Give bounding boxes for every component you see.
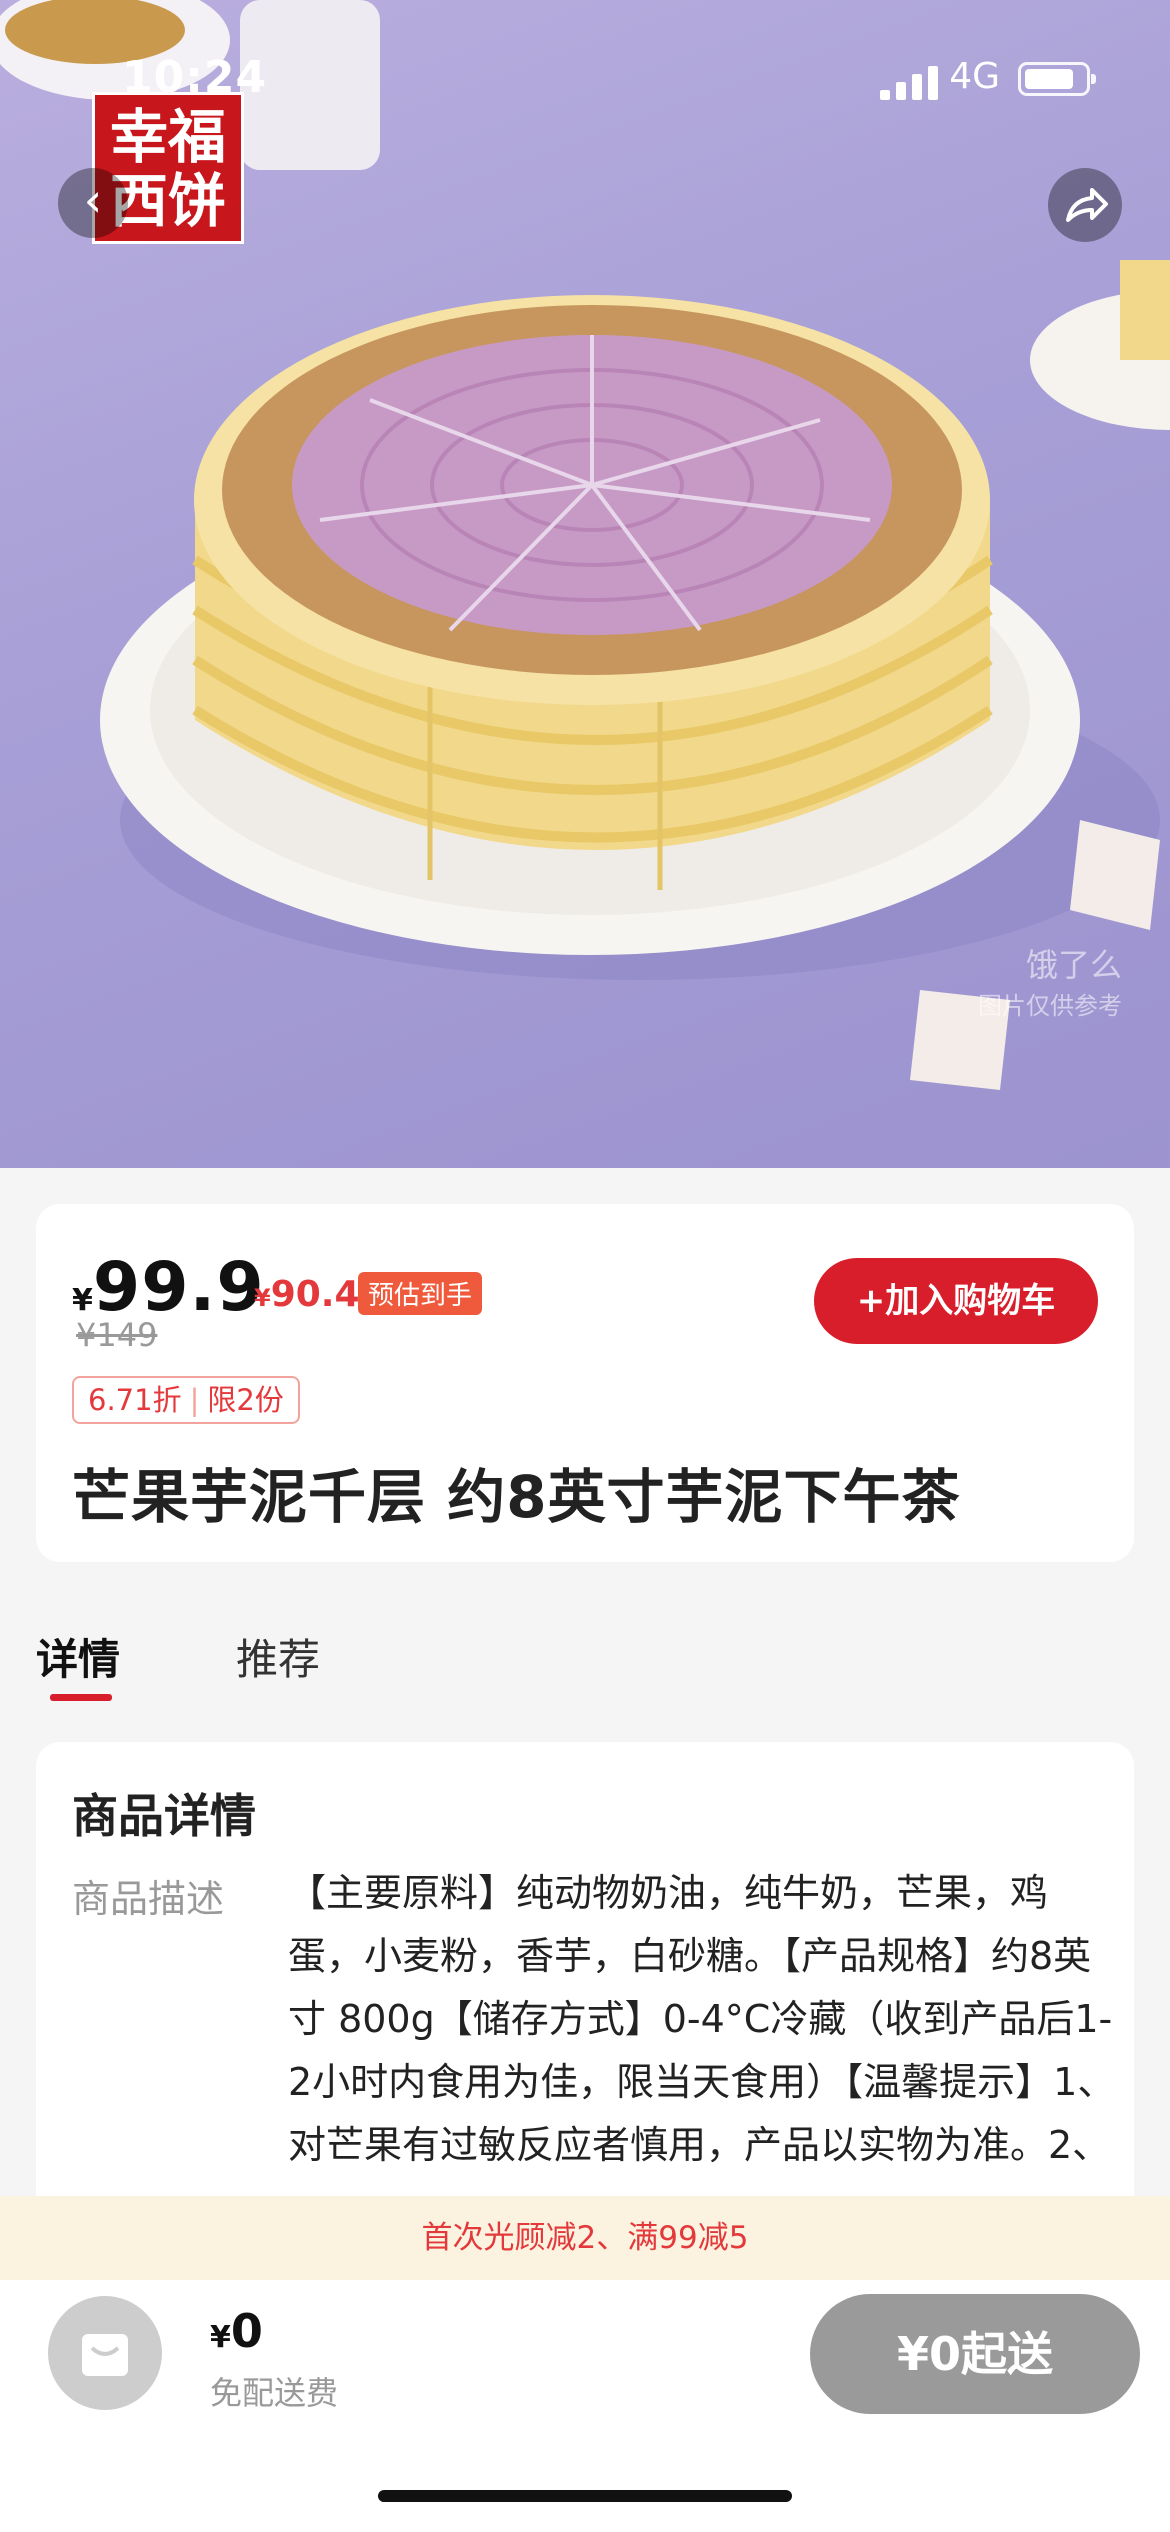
tab-details[interactable]: 详情 (36, 1626, 120, 1687)
battery-icon (1018, 62, 1096, 96)
discount-label: 6.71折 (88, 1383, 182, 1417)
product-title: 芒果芋泥千层 约8英寸芋泥下午茶 (72, 1463, 961, 1531)
shopping-bag-icon (82, 2334, 128, 2376)
description-text: 【主要原料】纯动物奶油，纯牛奶，芒果，鸡蛋，小麦粉，香芋，白砂糖。【产品规格】约… (288, 1871, 1116, 2167)
original-price: ¥149 (76, 1316, 158, 1354)
back-button[interactable]: ‹ (58, 168, 128, 238)
promo-tag: 6.71折 | 限2份 (72, 1376, 300, 1424)
details-section-title: 商品详情 (72, 1789, 256, 1843)
share-button[interactable] (1048, 168, 1122, 242)
limit-label: 限2份 (207, 1383, 284, 1417)
checkout-button[interactable]: ¥0起送 (810, 2294, 1140, 2414)
delivery-fee-note: 免配送费 (210, 2374, 339, 2412)
signal-icon (880, 66, 940, 100)
coupon-banner[interactable]: 首次光顾减2、满99减5 (0, 2196, 1170, 2280)
cart-button[interactable] (48, 2296, 162, 2410)
add-to-cart-button[interactable]: +加入购物车 (814, 1258, 1098, 1344)
bottom-cart-bar: ¥0 免配送费 ¥0起送 (0, 2280, 1170, 2532)
back-icon: ‹ (83, 173, 103, 227)
product-info-card: ¥99.9 ¥90.4 预估到手 ¥149 6.71折 | 限2份 +加入购物车 芒… (36, 1204, 1134, 1562)
cart-total: ¥0 (210, 2304, 263, 2358)
active-tab-indicator (50, 1694, 112, 1701)
tab-recommend[interactable]: 推荐 (236, 1626, 320, 1687)
watermark: 饿了么 图片仅供参考 (978, 946, 1122, 1020)
product-hero-image: 10:24 4G 幸福 西饼 ‹ 饿了么 图片仅供参考 (0, 0, 1170, 1168)
estimated-price-badge: 预估到手 (358, 1272, 483, 1315)
estimated-price: ¥90.4 (254, 1274, 360, 1315)
home-indicator (378, 2490, 792, 2502)
network-type: 4G (949, 56, 1000, 97)
share-icon (1066, 188, 1108, 222)
description-label: 商品描述 (72, 1877, 225, 1921)
